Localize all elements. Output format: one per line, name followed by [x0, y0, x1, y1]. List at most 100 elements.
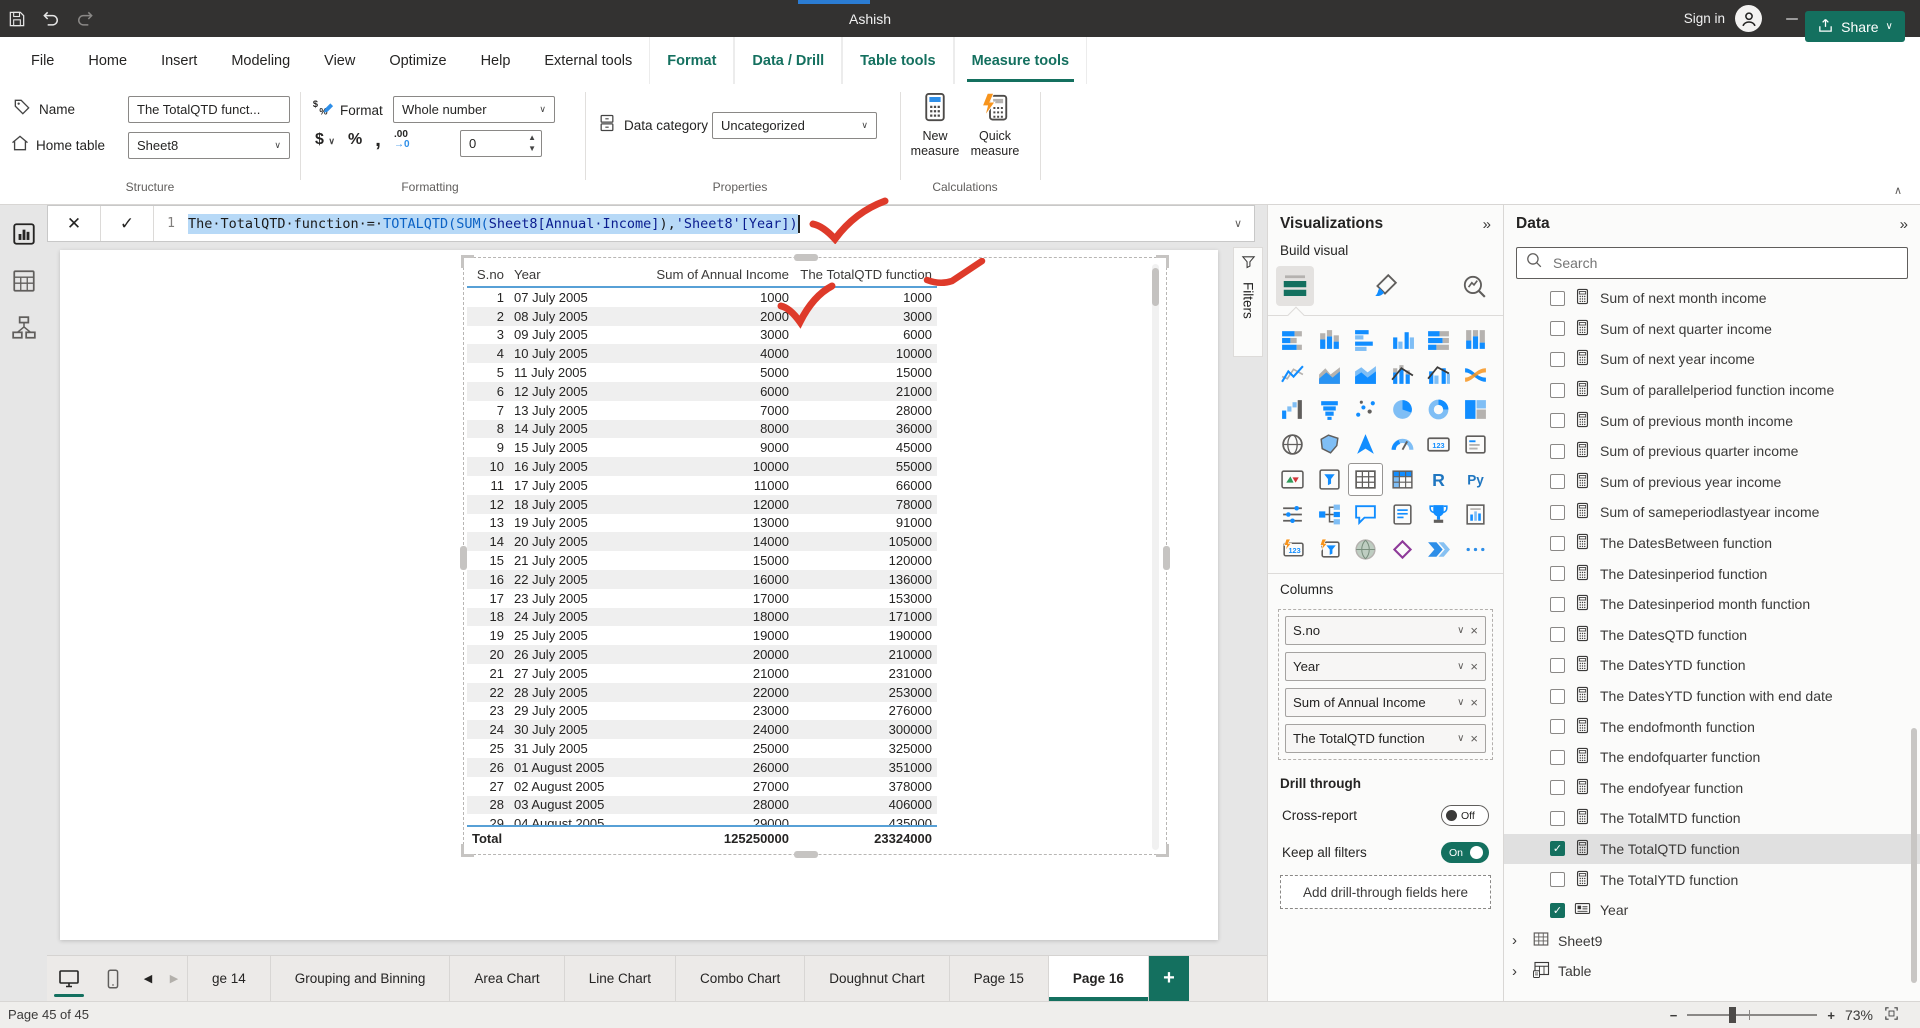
table-row[interactable]: 2430 July 200524000300000 — [467, 720, 937, 739]
table-row[interactable]: 612 July 2005600021000 — [467, 382, 937, 401]
drag-handle-right[interactable] — [1163, 546, 1170, 570]
menu-tab-optimize[interactable]: Optimize — [372, 37, 463, 84]
visual-type-new-slicer[interactable] — [1313, 534, 1346, 565]
field-well-sum-of-annual-income[interactable]: Sum of Annual Income∨× — [1285, 688, 1486, 717]
table-view-icon[interactable] — [9, 266, 39, 296]
data-category-select[interactable]: Uncategorized∨ — [712, 112, 877, 139]
table-row[interactable]: 1218 July 20051200078000 — [467, 495, 937, 514]
drag-handle-top[interactable] — [794, 254, 818, 261]
data-field-the-datesinperiod-month-function[interactable]: The Datesinperiod month function — [1504, 589, 1920, 620]
field-checkbox[interactable]: ✓ — [1550, 903, 1565, 918]
report-canvas[interactable]: S.noYearSum of Annual IncomeThe TotalQTD… — [47, 242, 1267, 955]
data-field-the-endofmonth-function[interactable]: The endofmonth function — [1504, 711, 1920, 742]
resize-handle-sw[interactable] — [461, 844, 474, 857]
page-tab-doughnut-chart[interactable]: Doughnut Chart — [804, 956, 948, 1001]
visual-type-stacked-area-chart[interactable] — [1349, 359, 1382, 390]
table-row[interactable]: 511 July 2005500015000 — [467, 363, 937, 382]
data-field-the-endofyear-function[interactable]: The endofyear function — [1504, 773, 1920, 804]
visual-type-100-stacked-bar-chart[interactable] — [1422, 324, 1455, 355]
visual-type-new-card[interactable]: 123 — [1276, 534, 1309, 565]
formula-bar-expand-icon[interactable]: ∨ — [1234, 206, 1254, 241]
fit-to-page-icon[interactable] — [1883, 1005, 1900, 1025]
menu-tab-help[interactable]: Help — [464, 37, 528, 84]
column-header-sum-of-annual-income[interactable]: Sum of Annual Income — [649, 267, 794, 282]
share-button[interactable]: Share ∨ — [1805, 11, 1905, 42]
menu-tab-measure-tools[interactable]: Measure tools — [954, 37, 1088, 84]
data-table-sheet9[interactable]: ›Sheet9 — [1504, 925, 1920, 956]
data-field-the-totalqtd-function[interactable]: ✓The TotalQTD function — [1504, 834, 1920, 865]
table-row[interactable]: 2228 July 200522000253000 — [467, 683, 937, 702]
data-table-table[interactable]: ›Table — [1504, 956, 1920, 987]
menu-tab-modeling[interactable]: Modeling — [214, 37, 307, 84]
search-input[interactable] — [1551, 254, 1885, 272]
visual-type-treemap[interactable] — [1459, 394, 1492, 425]
visual-type-python-visual[interactable]: Py — [1459, 464, 1492, 495]
column-header-s-no[interactable]: S.no — [467, 267, 509, 282]
field-checkbox[interactable] — [1550, 352, 1565, 367]
data-field-sum-of-parallelperiod-function-income[interactable]: Sum of parallelperiod function income — [1504, 375, 1920, 406]
visual-type-line-and-clustered-column-chart[interactable] — [1422, 359, 1455, 390]
collapse-visualizations-icon[interactable]: » — [1483, 216, 1491, 233]
account-avatar[interactable] — [1735, 5, 1762, 32]
visual-type-clustered-bar-chart[interactable] — [1349, 324, 1382, 355]
visual-type-funnel-chart[interactable] — [1313, 394, 1346, 425]
save-icon[interactable] — [0, 4, 34, 34]
measure-name-input[interactable]: The TotalQTD funct... — [128, 96, 290, 123]
field-checkbox[interactable]: ✓ — [1550, 841, 1565, 856]
chevron-down-icon[interactable]: ∨ — [1457, 733, 1464, 744]
expand-chevron-icon[interactable]: › — [1512, 963, 1524, 980]
chevron-down-icon[interactable]: ∨ — [1457, 661, 1464, 672]
menu-tab-format[interactable]: Format — [649, 37, 734, 84]
table-row[interactable]: 713 July 2005700028000 — [467, 401, 937, 420]
format-visual-tab[interactable] — [1366, 266, 1404, 306]
field-checkbox[interactable] — [1550, 291, 1565, 306]
table-row[interactable]: 1117 July 20051100066000 — [467, 476, 937, 495]
data-field-sum-of-previous-quarter-income[interactable]: Sum of previous quarter income — [1504, 436, 1920, 467]
visual-type-decomposition-tree[interactable] — [1313, 499, 1346, 530]
data-search-box[interactable] — [1516, 247, 1908, 279]
table-row[interactable]: 2702 August 200527000378000 — [467, 777, 937, 796]
visual-type-r-script-visual[interactable]: R — [1422, 464, 1455, 495]
previous-page-arrow[interactable]: ◀ — [135, 956, 161, 1001]
page-tab-combo-chart[interactable]: Combo Chart — [675, 956, 804, 1001]
zoom-out-button[interactable]: − — [1670, 1008, 1678, 1023]
data-field-the-totalmtd-function[interactable]: The TotalMTD function — [1504, 803, 1920, 834]
table-visual[interactable]: S.noYearSum of Annual IncomeThe TotalQTD… — [463, 257, 1167, 855]
table-row[interactable]: 2127 July 200521000231000 — [467, 664, 937, 683]
page-tab-ge-14[interactable]: ge 14 — [187, 956, 270, 1001]
visual-type-power-apps[interactable] — [1386, 534, 1419, 565]
expand-chevron-icon[interactable]: › — [1512, 932, 1524, 949]
table-row[interactable]: 1824 July 200518000171000 — [467, 608, 937, 627]
page-tab-line-chart[interactable]: Line Chart — [564, 956, 675, 1001]
visual-type-stacked-column-chart[interactable] — [1313, 324, 1346, 355]
menu-tab-data-drill[interactable]: Data / Drill — [734, 37, 842, 84]
visual-type-map[interactable] — [1276, 429, 1309, 460]
field-checkbox[interactable] — [1550, 719, 1565, 734]
remove-field-icon[interactable]: × — [1470, 659, 1478, 674]
table-row[interactable]: 107 July 200510001000 — [467, 288, 937, 307]
field-checkbox[interactable] — [1550, 811, 1565, 826]
column-header-year[interactable]: Year — [509, 267, 649, 282]
visual-type-area-chart[interactable] — [1313, 359, 1346, 390]
data-field-the-datesytd-function[interactable]: The DatesYTD function — [1504, 650, 1920, 681]
field-well-s-no[interactable]: S.no∨× — [1285, 616, 1486, 645]
visual-type-100-stacked-column-chart[interactable] — [1459, 324, 1492, 355]
quick-measure-button[interactable]: Quick measure — [968, 92, 1022, 158]
visual-type-smart-narrative[interactable] — [1386, 499, 1419, 530]
resize-handle-nw[interactable] — [461, 255, 474, 268]
visual-type-kpi[interactable] — [1276, 464, 1309, 495]
visual-type-line-chart[interactable] — [1276, 359, 1309, 390]
page-tab-grouping-and-binning[interactable]: Grouping and Binning — [270, 956, 450, 1001]
visual-type-metrics[interactable] — [1422, 499, 1455, 530]
field-checkbox[interactable] — [1550, 444, 1565, 459]
data-field-the-endofquarter-function[interactable]: The endofquarter function — [1504, 742, 1920, 773]
formula-input[interactable]: The·TotalQTD·function·=·TOTALQTD(SUM(She… — [188, 206, 800, 241]
menu-tab-file[interactable]: File — [14, 37, 71, 84]
new-measure-button[interactable]: New measure — [908, 92, 962, 158]
data-field-the-totalytd-function[interactable]: The TotalYTD function — [1504, 864, 1920, 895]
table-row[interactable]: 915 July 2005900045000 — [467, 438, 937, 457]
field-checkbox[interactable] — [1550, 536, 1565, 551]
field-well-year[interactable]: Year∨× — [1285, 652, 1486, 681]
visual-type-multi-row-card[interactable] — [1459, 429, 1492, 460]
visual-type-matrix[interactable] — [1386, 464, 1419, 495]
